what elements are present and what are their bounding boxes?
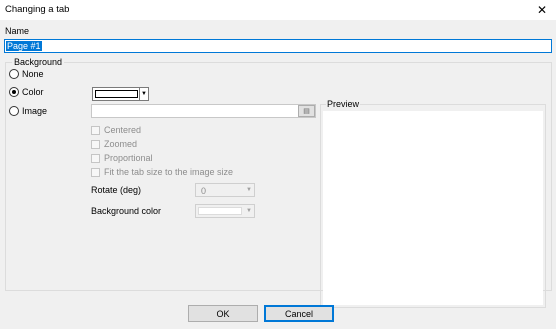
chevron-down-icon: ▼: [246, 208, 252, 214]
check-proportional[interactable]: Proportional: [91, 153, 153, 163]
close-icon[interactable]: ✕: [528, 0, 556, 20]
background-color-swatch: [198, 207, 242, 215]
radio-color-circle: [9, 87, 19, 97]
title-bar: Changing a tab ✕: [0, 0, 556, 20]
check-fit[interactable]: Fit the tab size to the image size: [91, 167, 233, 177]
radio-color-label: Color: [22, 87, 44, 97]
check-fit-box: [91, 167, 100, 177]
window-title: Changing a tab: [5, 4, 70, 15]
check-proportional-box: [91, 153, 100, 163]
radio-image-circle: [9, 106, 19, 116]
color-picker[interactable]: ▼: [92, 87, 149, 101]
cancel-button[interactable]: Cancel: [264, 305, 334, 322]
folder-icon[interactable]: ▤: [298, 105, 315, 117]
check-proportional-label: Proportional: [104, 153, 153, 163]
preview-area: [323, 111, 543, 305]
check-centered[interactable]: Centered: [91, 125, 141, 135]
radio-image[interactable]: Image: [9, 106, 47, 116]
name-input-value: Page #1: [6, 41, 42, 51]
check-centered-label: Centered: [104, 125, 142, 135]
rotate-label: Rotate (deg): [91, 185, 142, 195]
background-group-legend: Background: [12, 57, 65, 67]
background-color-picker[interactable]: ▼: [195, 204, 255, 218]
chevron-down-icon: ▼: [246, 187, 252, 193]
ok-button[interactable]: OK: [188, 305, 258, 322]
rotate-value: 0: [201, 186, 207, 196]
dialog-body: Name Page #1 Background None Color Image…: [0, 20, 556, 329]
name-label: Name: [5, 26, 30, 36]
check-fit-label: Fit the tab size to the image size: [104, 167, 234, 177]
radio-color[interactable]: Color: [9, 87, 44, 97]
radio-none-label: None: [22, 69, 44, 79]
check-zoomed-label: Zoomed: [104, 139, 138, 149]
background-color-label: Background color: [91, 206, 162, 216]
chevron-down-icon: ▼: [139, 88, 148, 100]
radio-none[interactable]: None: [9, 69, 44, 79]
name-input[interactable]: Page #1: [4, 39, 552, 53]
radio-none-circle: [9, 69, 19, 79]
check-zoomed-box: [91, 139, 100, 149]
preview-group: Preview: [320, 99, 546, 308]
image-path-input[interactable]: [91, 104, 316, 118]
rotate-select[interactable]: 0 ▼: [195, 183, 255, 197]
check-centered-box: [91, 125, 100, 135]
radio-image-label: Image: [22, 106, 48, 116]
preview-label: Preview: [326, 99, 361, 109]
check-zoomed[interactable]: Zoomed: [91, 139, 137, 149]
color-swatch: [95, 90, 138, 98]
